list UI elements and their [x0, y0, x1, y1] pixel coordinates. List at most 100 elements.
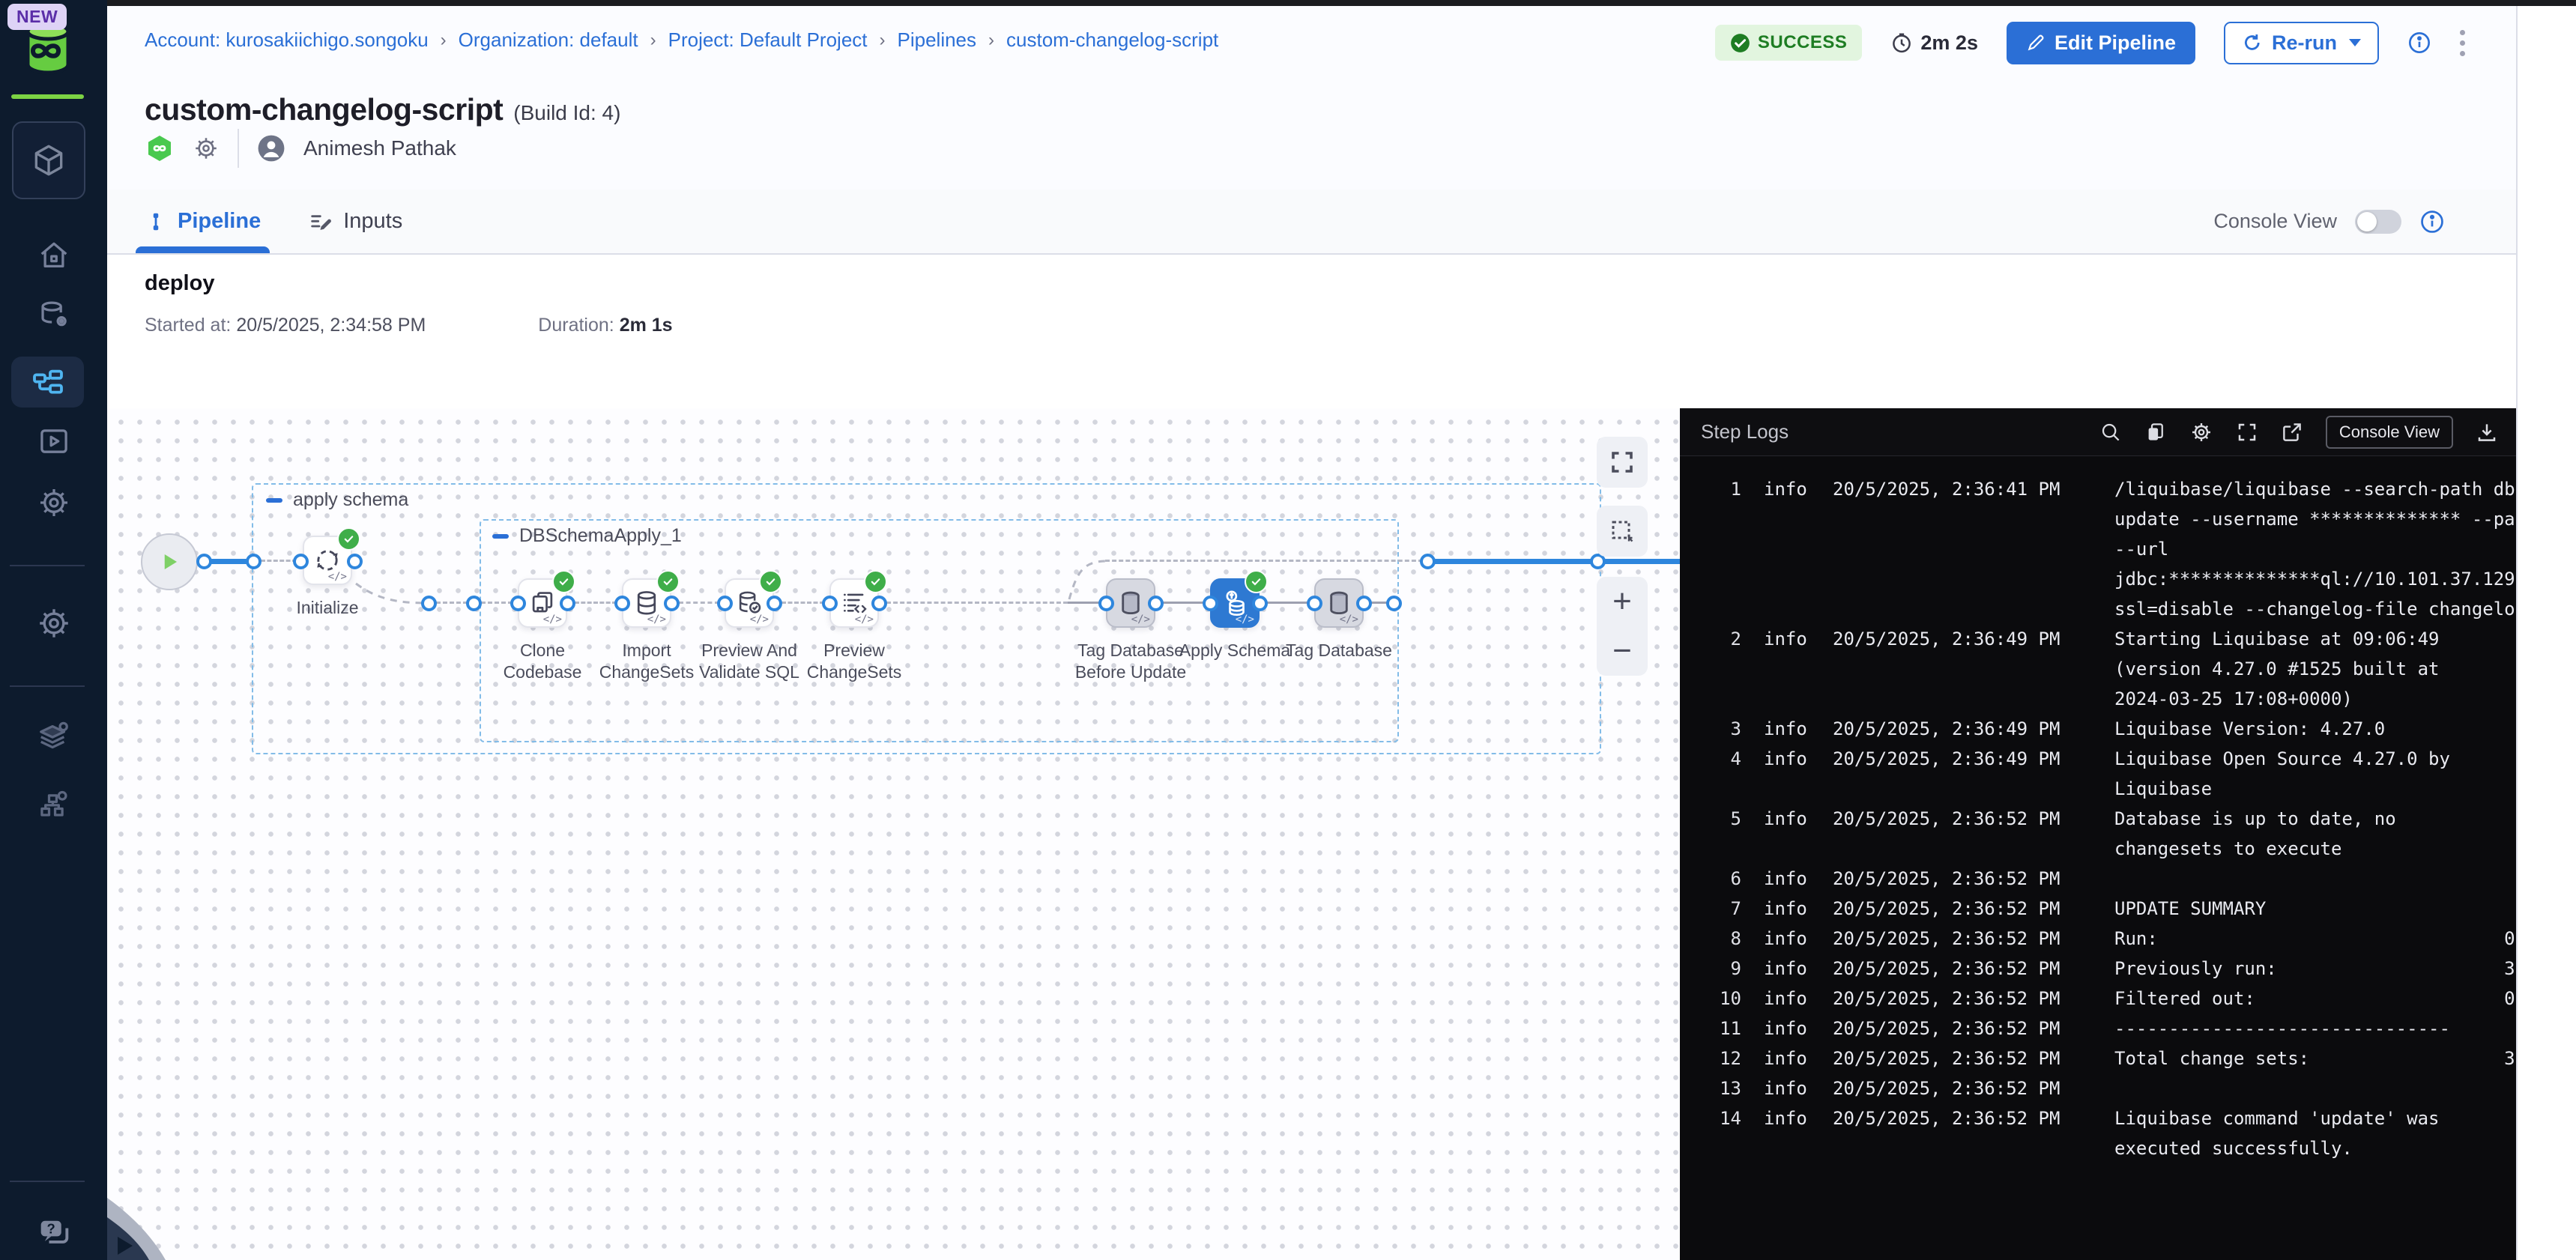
zoom-out-button[interactable]: − [1612, 634, 1632, 667]
sidebar-accent-divider [11, 94, 84, 99]
canvas-zoom-controls: + − [1597, 577, 1648, 676]
module-cube-button[interactable] [12, 121, 85, 199]
tab-bar: Pipeline Inputs Console View [107, 190, 2516, 255]
sidebar-item-infrastructure[interactable] [0, 787, 107, 821]
script-step-marker: </> [543, 614, 562, 626]
log-row: 10info20/5/2025, 2:36:52 PMFiltered out:… [1680, 984, 2516, 1014]
breadcrumb-account[interactable]: Account: kurosakiichigo.songoku [145, 28, 429, 52]
log-console-view-button[interactable]: Console View [2326, 416, 2453, 449]
connector-ring [1420, 554, 1436, 569]
clock-icon [1890, 31, 1913, 54]
stage-duration: Duration: 2m 1s [538, 315, 672, 336]
author-name: Animesh Pathak [303, 136, 456, 160]
script-step-marker: </> [1236, 614, 1254, 626]
elapsed-time: 2m 2s [1890, 31, 1978, 55]
page-title: custom-changelog-script(Build Id: 4) [145, 92, 620, 127]
breadcrumb-separator: › [441, 30, 447, 51]
sidebar-divider [10, 1181, 85, 1182]
connector-ring [1386, 596, 1402, 611]
avatar [257, 134, 285, 163]
log-fullscreen-icon[interactable] [2236, 421, 2258, 443]
canvas-fullscreen-button[interactable] [1597, 437, 1648, 488]
node-label: Preview ChangeSets [794, 640, 914, 683]
log-row: 7info20/5/2025, 2:36:52 PMUPDATE SUMMARY [1680, 894, 2516, 924]
pipeline-meta-row: Animesh Pathak [145, 129, 456, 168]
console-view-toggle[interactable] [2355, 210, 2401, 234]
cd-module-icon [145, 133, 175, 163]
node-label: Tag Database [1279, 640, 1399, 661]
canvas-corner-handle[interactable] [107, 1187, 166, 1260]
log-copy-icon[interactable] [2144, 421, 2167, 443]
pipeline-start-node[interactable] [141, 533, 198, 590]
connector-ring [293, 554, 309, 569]
pipeline-tab-icon [145, 210, 167, 233]
log-open-external-icon[interactable] [2281, 421, 2303, 443]
pipeline-canvas[interactable]: apply schema DBSchemaApply_1 [107, 408, 1680, 1260]
sidebar-item-pipelines-active[interactable] [11, 357, 84, 408]
sidebar-item-db-devops[interactable] [0, 298, 107, 333]
connector-ring [466, 596, 482, 611]
page-header: Account: kurosakiichigo.songoku › Organi… [107, 6, 2516, 190]
log-row: 9info20/5/2025, 2:36:52 PMPreviously run… [1680, 954, 2516, 984]
breadcrumb-current-pipeline[interactable]: custom-changelog-script [1006, 28, 1218, 52]
zoom-in-button[interactable]: + [1612, 585, 1632, 618]
refresh-icon [2242, 32, 2263, 53]
log-row: 8info20/5/2025, 2:36:52 PMRun: 0 [1680, 924, 2516, 954]
sidebar-item-environments[interactable] [0, 719, 107, 754]
connector-ring [1203, 596, 1218, 611]
page-right-gutter [2516, 6, 2576, 1260]
stage-name: deploy [145, 271, 214, 296]
node-label: Import ChangeSets [587, 640, 707, 683]
step-logs-title: Step Logs [1701, 420, 1789, 443]
stage-exit-line [1433, 559, 1680, 564]
executions-play-icon [37, 424, 71, 458]
rerun-info-icon[interactable] [2407, 31, 2431, 55]
pipeline-settings-gear-icon[interactable] [193, 135, 220, 162]
step-logs-header: Step Logs Console View [1680, 408, 2516, 456]
script-step-marker: </> [1131, 614, 1150, 626]
status-text: SUCCESS [1758, 32, 1848, 53]
sidebar-item-home[interactable] [0, 238, 107, 273]
breadcrumb-organization[interactable]: Organization: default [459, 28, 638, 52]
tab-inputs[interactable]: Inputs [309, 190, 402, 253]
node-label: Preview And Validate SQL [689, 640, 809, 683]
sidebar-divider [10, 685, 85, 687]
more-options-kebab[interactable] [2460, 30, 2465, 56]
home-icon [37, 238, 71, 273]
canvas-select-marquee-button[interactable] [1597, 506, 1648, 557]
script-step-marker: </> [855, 614, 874, 626]
connector-ring [347, 554, 363, 569]
node-label: Initialize [267, 597, 387, 619]
sidebar-item-settings[interactable] [0, 605, 107, 641]
success-check-icon [1730, 33, 1750, 53]
breadcrumb-project[interactable]: Project: Default Project [668, 28, 868, 52]
vertical-divider [238, 129, 239, 168]
edit-pipeline-button[interactable]: Edit Pipeline [2007, 22, 2195, 64]
log-row: 3info20/5/2025, 2:36:49 PMLiquibase Vers… [1680, 714, 2516, 744]
sidebar-item-executions[interactable] [0, 424, 107, 458]
svg-text:?: ? [46, 1220, 55, 1236]
sidebar-item-project-settings[interactable] [0, 485, 107, 520]
breadcrumb-separator: › [650, 30, 656, 51]
rerun-button[interactable]: Re-run [2224, 22, 2379, 64]
log-search-icon[interactable] [2099, 421, 2122, 443]
step-logs-body[interactable]: 1info20/5/2025, 2:36:41 PM/liquibase/liq… [1680, 456, 2516, 1260]
console-view-info-icon[interactable] [2419, 209, 2445, 234]
gear-icon [37, 485, 71, 520]
console-view-label: Console View [2213, 210, 2337, 233]
log-settings-gear-icon[interactable] [2189, 420, 2213, 444]
breadcrumb-pipelines[interactable]: Pipelines [898, 28, 977, 52]
log-download-icon[interactable] [2476, 421, 2498, 443]
connector-ring [421, 596, 437, 611]
sidebar-item-help[interactable]: ? [0, 1214, 107, 1253]
header-actions: SUCCESS 2m 2s Edit Pipeline Re-run [1715, 21, 2465, 64]
status-badge: SUCCESS [1715, 25, 1863, 61]
window-top-edge [107, 0, 2576, 6]
node-initialize[interactable]: </> [303, 536, 352, 585]
cube-icon [30, 142, 67, 179]
breadcrumb-separator: › [988, 30, 994, 51]
log-row: 5info20/5/2025, 2:36:52 PMDatabase is up… [1680, 804, 2516, 864]
tab-pipeline[interactable]: Pipeline [145, 190, 261, 253]
connector-ring [871, 596, 887, 611]
build-id: (Build Id: 4) [513, 101, 620, 124]
